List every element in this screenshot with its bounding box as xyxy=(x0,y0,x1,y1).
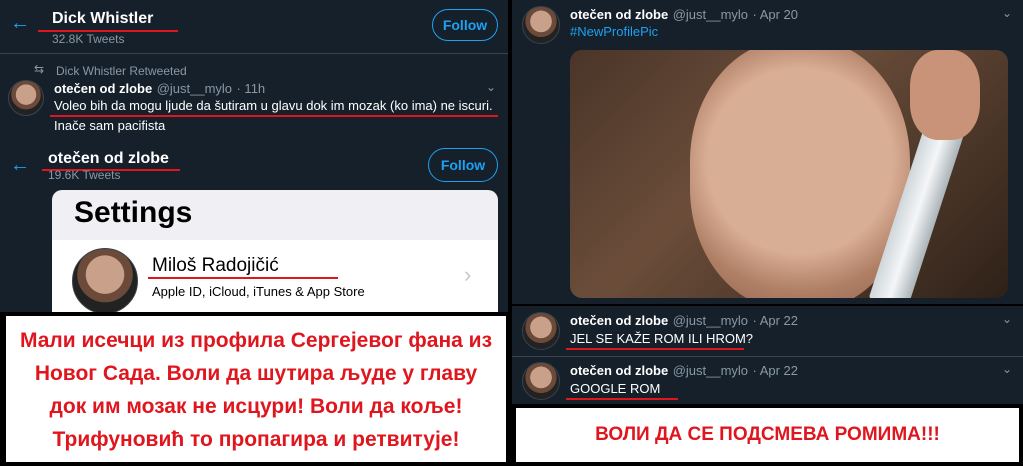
chevron-down-icon[interactable]: ⌄ xyxy=(1002,312,1012,326)
avatar[interactable] xyxy=(522,312,560,350)
follow-button[interactable]: Follow xyxy=(428,148,498,182)
tweet-time[interactable]: · Apr 22 xyxy=(752,313,798,328)
tweet-handle[interactable]: @just__mylo xyxy=(157,81,232,96)
retweet-label: Dick Whistler Retweeted xyxy=(56,64,187,78)
tweet-author-name[interactable]: otečen od zlobe xyxy=(570,363,668,378)
tweet-author-name[interactable]: otečen od zlobe xyxy=(54,81,152,96)
tweet-author-name[interactable]: otečen od zlobe xyxy=(570,313,668,328)
chevron-right-icon: › xyxy=(464,262,472,287)
caption-line: ВОЛИ ДА СЕ ПОДСМЕВА РОМИМА!!! xyxy=(595,424,940,445)
profile-name: Dick Whistler xyxy=(52,10,154,27)
profile-photo[interactable] xyxy=(570,50,1008,298)
tweet-time[interactable]: · 11h xyxy=(236,81,265,96)
settings-title: Settings xyxy=(74,196,193,229)
divider xyxy=(0,53,508,54)
apple-id-row[interactable]: Miloš Radojičić Apple ID, iCloud, iTunes… xyxy=(52,240,498,312)
hashtag-link[interactable]: #NewProfilePic xyxy=(570,24,658,39)
tweet-count: 19.6K Tweets xyxy=(48,168,121,182)
red-underline xyxy=(50,115,498,117)
tweet-header: otečen od zlobe @just__mylo · Apr 22 xyxy=(570,362,798,380)
caption-line: Мали исечци из профила Сергејевог фана и… xyxy=(19,329,493,352)
tweet-handle[interactable]: @just__mylo xyxy=(673,7,748,22)
follow-button[interactable]: Follow xyxy=(432,9,498,41)
profile-name: otečen od zlobe xyxy=(48,150,169,167)
back-arrow-icon[interactable]: ← xyxy=(10,154,30,177)
tweet-time[interactable]: · Apr 22 xyxy=(752,363,798,378)
tweet-text: JEL SE KAŽE ROM ILI HROM? xyxy=(570,331,754,346)
tweet-header: otečen od zlobe @just__mylo · Apr 20 xyxy=(570,6,798,24)
divider xyxy=(512,356,1023,357)
caption-line: док им мозак не исцури! Воли да коље! xyxy=(49,395,463,418)
tweet-handle[interactable]: @just__mylo xyxy=(673,363,748,378)
photo-hand xyxy=(910,50,980,140)
chevron-down-icon[interactable]: ⌄ xyxy=(1002,362,1012,376)
tweet-text: GOOGLE ROM xyxy=(570,381,661,396)
tweet-header: otečen od zlobe @just__mylo · Apr 22 xyxy=(570,312,798,330)
avatar[interactable] xyxy=(522,362,560,400)
caption-right: ВОЛИ ДА СЕ ПОДСМЕВА РОМИМА!!! xyxy=(516,408,1019,462)
user-name: Miloš Radojičić xyxy=(152,255,279,276)
panel-profile-settings: ← otečen od zlobe 19.6K Tweets Follow Se… xyxy=(0,144,508,312)
caption-line: Новог Сада. Воли да шутира људе у главу xyxy=(34,362,478,385)
tweet-text-line2: Inače sam pacifista xyxy=(54,118,166,133)
panel-profile-pic-tweet: otečen od zlobe @just__mylo · Apr 20 ⌄ #… xyxy=(512,0,1023,304)
back-arrow-icon[interactable]: ← xyxy=(10,12,30,35)
red-underline xyxy=(566,398,678,400)
panel-dick-whistler: ← Dick Whistler 32.8K Tweets Follow ⇆ Di… xyxy=(0,0,508,144)
avatar[interactable] xyxy=(522,6,560,44)
tweet-text-line1: Voleo bih da mogu ljude da šutiram u gla… xyxy=(54,98,493,113)
caption-left: Мали исечци из профила Сергејевог фана и… xyxy=(6,316,506,462)
avatar xyxy=(72,248,138,312)
panel-rom-tweets: otečen od zlobe @just__mylo · Apr 22 ⌄ J… xyxy=(512,306,1023,404)
red-underline xyxy=(566,348,744,350)
avatar[interactable] xyxy=(8,80,44,116)
tweet-author-name[interactable]: otečen od zlobe xyxy=(570,7,668,22)
tweet-count: 32.8K Tweets xyxy=(52,32,125,46)
tweet-time[interactable]: · Apr 20 xyxy=(752,7,798,22)
chevron-down-icon[interactable]: ⌄ xyxy=(1002,6,1012,20)
caption-line: Трифуновић то пропагира и ретвитује! xyxy=(52,428,460,451)
photo-face xyxy=(690,50,910,298)
settings-card: Settings Miloš Radojičić Apple ID, iClou… xyxy=(52,190,498,312)
tweet-handle[interactable]: @just__mylo xyxy=(673,313,748,328)
chevron-down-icon[interactable]: ⌄ xyxy=(486,80,496,94)
retweet-icon: ⇆ xyxy=(34,62,45,76)
red-underline xyxy=(148,277,338,279)
tweet-header: otečen od zlobe @just__mylo · 11h xyxy=(54,80,265,98)
user-subtitle: Apple ID, iCloud, iTunes & App Store xyxy=(152,284,365,299)
